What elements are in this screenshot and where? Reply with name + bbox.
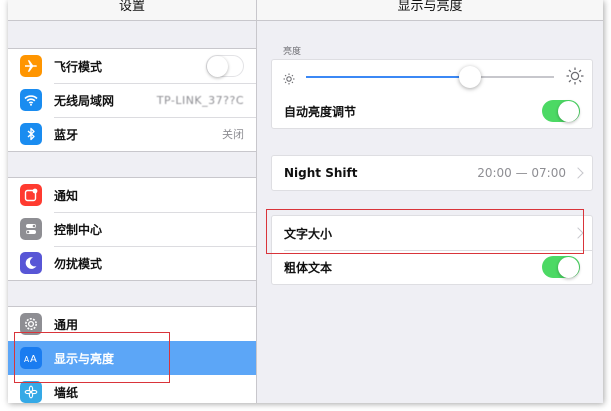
sidebar-group-connectivity: 飞行模式 无线局域网 TP-LINK_37??C 蓝牙 关闭 <box>8 48 256 152</box>
auto-brightness-toggle[interactable] <box>542 100 580 122</box>
moon-icon <box>20 252 42 274</box>
wifi-network-name: TP-LINK_37??C <box>156 93 244 107</box>
sidebar-item-display-brightness[interactable]: AA 显示与亮度 <box>8 341 256 375</box>
sidebar-item-bluetooth[interactable]: 蓝牙 关闭 <box>8 117 256 151</box>
chevron-right-icon <box>572 167 584 179</box>
bold-text-label: 粗体文本 <box>284 260 333 275</box>
brightness-section-label: 亮度 <box>283 47 302 57</box>
sidebar-header: 设置 <box>8 0 256 21</box>
brightness-slider-fill <box>306 76 470 78</box>
auto-brightness-row: 自动亮度调节 <box>272 94 592 128</box>
brightness-slider-row <box>272 60 592 94</box>
wallpaper-icon <box>20 381 42 403</box>
sidebar-item-notifications[interactable]: 通知 <box>8 178 256 212</box>
bluetooth-icon <box>20 123 42 145</box>
gear-icon <box>20 313 42 335</box>
sidebar-item-label: 蓝牙 <box>54 127 79 142</box>
display-brightness-icon: AA <box>20 347 42 369</box>
text-size-row[interactable]: 文字大小 <box>272 216 592 250</box>
sidebar-item-label: 控制中心 <box>54 222 103 237</box>
notifications-icon <box>20 184 42 206</box>
sidebar-item-label: 无线局域网 <box>54 93 115 108</box>
display-brightness-panel: 显示与亮度 亮度 自动亮度调节 Night Shift 20:00 — 07:0… <box>257 0 603 403</box>
airplane-icon <box>20 55 42 77</box>
sidebar-group-general: 通用 AA 显示与亮度 墙纸 <box>8 306 256 403</box>
sidebar-group-notifications: 通知 控制中心 勿扰模式 <box>8 177 256 281</box>
settings-window: 设置 飞行模式 无线局域网 TP-LINK_37??C 蓝牙 关闭 通知 控制中… <box>8 0 603 403</box>
panel-title: 显示与亮度 <box>397 0 463 14</box>
settings-sidebar: 设置 飞行模式 无线局域网 TP-LINK_37??C 蓝牙 关闭 通知 控制中… <box>8 0 257 403</box>
text-size-label: 文字大小 <box>284 226 333 241</box>
sidebar-item-label: 飞行模式 <box>54 59 103 74</box>
sidebar-title: 设置 <box>118 0 145 14</box>
svg-text:A: A <box>30 354 37 364</box>
sun-large-icon <box>566 67 584 89</box>
sidebar-item-label: 通知 <box>54 188 79 203</box>
night-shift-row[interactable]: Night Shift 20:00 — 07:00 <box>272 156 592 190</box>
text-card: 文字大小 粗体文本 <box>271 215 593 285</box>
sidebar-item-label: 墙纸 <box>54 385 79 400</box>
sidebar-item-general[interactable]: 通用 <box>8 307 256 341</box>
airplane-mode-toggle[interactable] <box>206 55 244 77</box>
sidebar-item-label: 显示与亮度 <box>54 351 115 366</box>
brightness-slider[interactable] <box>306 66 554 88</box>
bold-text-toggle[interactable] <box>542 256 580 278</box>
auto-brightness-label: 自动亮度调节 <box>284 104 357 119</box>
night-shift-card: Night Shift 20:00 — 07:00 <box>271 155 593 191</box>
chevron-right-icon <box>572 227 584 239</box>
brightness-card: 自动亮度调节 <box>271 59 593 129</box>
sidebar-item-label: 通用 <box>54 317 79 332</box>
sidebar-item-do-not-disturb[interactable]: 勿扰模式 <box>8 246 256 280</box>
sidebar-item-wifi[interactable]: 无线局域网 TP-LINK_37??C <box>8 83 256 117</box>
panel-header: 显示与亮度 <box>257 0 603 21</box>
night-shift-schedule: 20:00 — 07:00 <box>477 166 566 180</box>
sidebar-item-airplane-mode[interactable]: 飞行模式 <box>8 49 256 83</box>
bold-text-row: 粗体文本 <box>272 250 592 284</box>
sidebar-item-control-center[interactable]: 控制中心 <box>8 212 256 246</box>
control-center-icon <box>20 218 42 240</box>
bluetooth-status: 关闭 <box>222 128 244 141</box>
sidebar-item-label: 勿扰模式 <box>54 256 103 271</box>
sidebar-item-wallpaper[interactable]: 墙纸 <box>8 375 256 403</box>
night-shift-label: Night Shift <box>284 166 358 180</box>
wifi-icon <box>20 89 42 111</box>
sun-small-icon <box>283 70 295 89</box>
brightness-slider-thumb[interactable] <box>458 66 481 88</box>
